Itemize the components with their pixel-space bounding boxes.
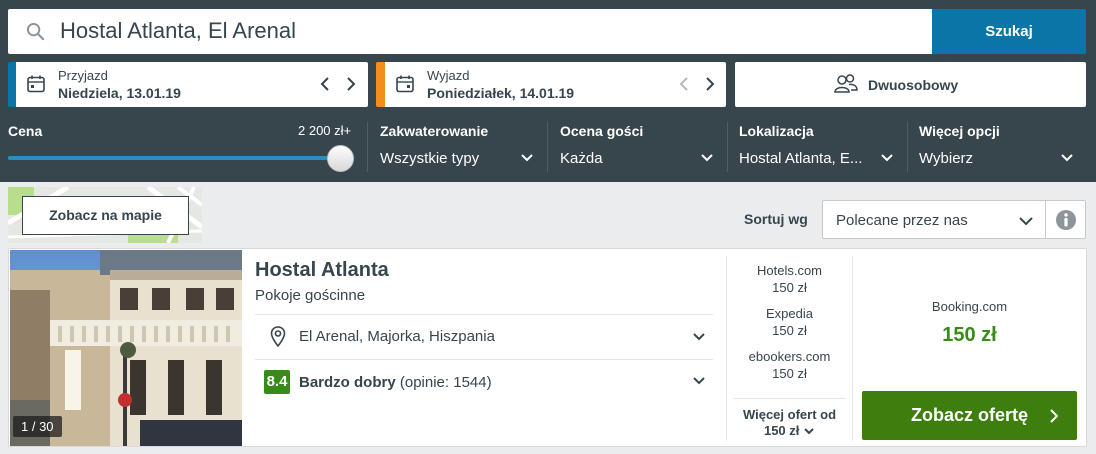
rating-summary[interactable]: Bardzo dobry (opinie: 1544): [299, 374, 492, 391]
chevron-down-icon: [1061, 154, 1073, 162]
view-deal-button[interactable]: Zobacz ofertę: [862, 391, 1077, 440]
filter-divider: [907, 122, 908, 172]
best-offer-price[interactable]: 150 zł: [862, 324, 1077, 347]
chevron-down-icon: [804, 428, 814, 435]
price-filter[interactable]: Cena: [8, 118, 348, 174]
chevron-down-icon: [1019, 217, 1033, 226]
accommodation-filter[interactable]: Zakwaterowanie Wszystkie typy: [380, 118, 536, 174]
provider-price: 150 zł: [772, 323, 807, 338]
location-filter[interactable]: Lokalizacja Hostal Atlanta, E...: [739, 118, 896, 174]
rating-label: Bardzo dobry: [299, 374, 396, 391]
filter-divider: [547, 122, 548, 172]
checkout-label: Wyjazd: [427, 68, 470, 83]
divider: [255, 359, 713, 360]
more-offers-label: Więcej ofert od: [742, 407, 837, 422]
more-options-filter[interactable]: Więcej opcji Wybierz: [919, 118, 1075, 174]
search-query-text: Hostal Atlanta, El Arenal: [60, 18, 297, 43]
more-offers-price: 150 zł: [763, 423, 800, 438]
chevron-right-icon[interactable]: [344, 74, 358, 94]
chevron-right-icon: [1050, 409, 1058, 423]
search-button[interactable]: Szukaj: [932, 9, 1086, 54]
checkin-value: Niedziela, 13.01.19: [58, 85, 181, 101]
provider-name: Hotels.com: [756, 263, 823, 278]
accommodation-filter-label: Zakwaterowanie: [380, 123, 489, 139]
rating-filter[interactable]: Ocena gości Każda: [560, 118, 716, 174]
chevron-down-icon[interactable]: [692, 376, 706, 386]
provider-offer[interactable]: Expedia 150 zł: [727, 306, 852, 338]
more-offers-link[interactable]: Więcej ofert od 150 zł: [727, 407, 852, 439]
filter-divider: [727, 122, 728, 172]
view-deal-label: Zobacz ofertę: [910, 405, 1029, 425]
checkin-label: Przyjazd: [58, 68, 108, 83]
hotel-name[interactable]: Hostal Atlanta: [255, 259, 389, 282]
show-on-map-button[interactable]: Zobacz na mapie: [22, 196, 189, 235]
hotel-location[interactable]: El Arenal, Majorka, Hiszpania: [299, 328, 495, 345]
chevron-left-icon[interactable]: [318, 74, 332, 94]
rating-reviews-count: (opinie: 1544): [399, 374, 492, 391]
provider-name: ebookers.com: [748, 349, 831, 364]
provider-price: 150 zł: [772, 366, 807, 381]
price-slider-track[interactable]: [8, 156, 340, 160]
guests-icon: [834, 74, 858, 93]
filter-divider: [367, 122, 368, 172]
chevron-down-icon: [521, 154, 533, 162]
guests-label: Dwuosobowy: [868, 77, 959, 93]
price-max-value: 2 200 zł+: [298, 123, 352, 138]
chevron-down-icon[interactable]: [692, 332, 706, 342]
checkout-date-picker[interactable]: Wyjazd Poniedziałek, 14.01.19: [376, 62, 726, 107]
sort-select-value: Polecane przez nas: [836, 212, 968, 229]
sort-info-button[interactable]: [1045, 200, 1086, 239]
sort-select[interactable]: Polecane przez nas: [822, 200, 1046, 239]
provider-name: Expedia: [766, 306, 813, 321]
search-input[interactable]: Hostal Atlanta, El Arenal: [8, 9, 933, 54]
price-filter-label: Cena: [8, 123, 43, 139]
best-offer-provider: Booking.com: [931, 299, 1008, 314]
calendar-icon: [27, 75, 45, 93]
map-pin-icon: [270, 326, 286, 347]
divider: [852, 256, 853, 441]
chevron-down-icon: [881, 154, 893, 162]
rating-score-badge: 8.4: [264, 370, 290, 394]
photo-counter: 1 / 30: [13, 416, 62, 437]
provider-price: 150 zł: [772, 280, 807, 295]
search-icon: [26, 22, 45, 41]
chevron-down-icon: [701, 154, 713, 162]
divider: [255, 314, 713, 315]
chevron-left-icon[interactable]: [677, 74, 691, 94]
chevron-right-icon[interactable]: [703, 74, 717, 94]
rating-filter-label: Ocena gości: [560, 123, 644, 139]
divider: [734, 398, 846, 399]
calendar-icon: [396, 75, 414, 93]
price-slider-handle[interactable]: [327, 145, 354, 172]
info-icon: [1056, 210, 1076, 230]
more-options-value: Wybierz: [919, 150, 974, 167]
hotel-type: Pokoje gościnne: [255, 287, 366, 304]
rating-filter-value: Każda: [560, 150, 603, 167]
accommodation-filter-value: Wszystkie typy: [380, 150, 480, 167]
checkout-value: Poniedziałek, 14.01.19: [427, 85, 575, 101]
more-options-label: Więcej opcji: [919, 123, 1000, 139]
provider-offer[interactable]: ebookers.com 150 zł: [727, 349, 852, 381]
guests-selector[interactable]: Dwuosobowy: [735, 62, 1086, 107]
checkin-date-picker[interactable]: Przyjazd Niedziela, 13.01.19: [8, 62, 368, 107]
location-filter-label: Lokalizacja: [739, 123, 814, 139]
sort-label: Sortuj wg: [744, 211, 808, 227]
location-filter-value: Hostal Atlanta, E...: [739, 150, 863, 167]
provider-offer[interactable]: Hotels.com 150 zł: [727, 263, 852, 295]
